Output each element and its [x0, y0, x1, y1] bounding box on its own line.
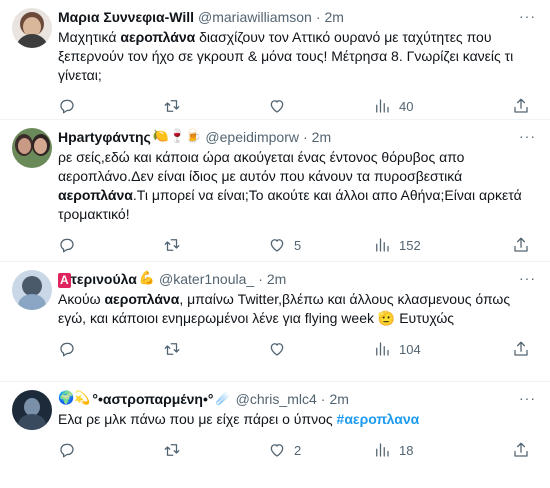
share-button[interactable]: [512, 97, 530, 115]
reply-button[interactable]: [58, 340, 163, 358]
hashtag-link[interactable]: #αεροπλανα: [337, 411, 420, 427]
views-count: 18: [399, 442, 414, 458]
user-handle[interactable]: @chris_mlc4: [236, 390, 317, 408]
tweet-header: Ατερινούλα 💪 @kater1noula_ · 2m: [58, 270, 534, 288]
views-count: 40: [399, 98, 414, 114]
views-icon: [376, 99, 389, 113]
timestamp[interactable]: 2m: [329, 390, 348, 408]
more-options-icon[interactable]: ···: [519, 390, 536, 406]
reply-icon: [60, 238, 74, 253]
tweet-actions: 104: [58, 334, 534, 364]
user-handle[interactable]: @mariawilliamson: [198, 8, 312, 26]
tweet-actions: 40: [58, 91, 534, 121]
views-icon: [376, 342, 389, 356]
reply-button[interactable]: [58, 236, 163, 254]
views-icon: [376, 238, 389, 252]
timestamp[interactable]: 2m: [324, 8, 343, 26]
like-button[interactable]: 5: [268, 236, 373, 254]
tweet-actions: 5 152: [58, 230, 534, 260]
separator-dot: ·: [315, 9, 321, 25]
separator-dot: ·: [258, 271, 263, 287]
highlighted-keyword: αεροπλάνα: [104, 291, 180, 307]
name-prefix-emoji: 🌍💫: [58, 391, 91, 406]
avatar[interactable]: [12, 390, 52, 430]
retweet-icon: [164, 239, 180, 251]
heart-icon: [270, 343, 284, 356]
tweet-feed: Μαρια Συννεφια-Will @mariawilliamson · 2…: [0, 0, 550, 488]
name-emoji: 🍋🍷🍺: [152, 129, 202, 144]
avatar[interactable]: [12, 270, 52, 310]
views-icon: [376, 443, 389, 457]
tweet-header: Μαρια Συννεφια-Will @mariawilliamson · 2…: [58, 8, 534, 26]
highlighted-keyword: αεροπλάνα: [58, 187, 133, 203]
tweet[interactable]: Μαρια Συννεφια-Will @mariawilliamson · 2…: [0, 0, 550, 120]
views-count: 104: [399, 341, 421, 357]
timestamp[interactable]: 2m: [312, 128, 331, 146]
more-options-icon[interactable]: ···: [519, 8, 536, 24]
name-emoji: 💪: [138, 271, 156, 286]
tweet-text: ρε σείς,εδώ και κάποια ώρα ακούγεται ένα…: [58, 149, 522, 222]
reply-icon: [60, 342, 74, 357]
retweet-button[interactable]: [163, 236, 268, 254]
avatar[interactable]: [12, 8, 52, 48]
separator-dot: ·: [320, 391, 326, 407]
views-button[interactable]: 104: [373, 340, 478, 358]
like-button[interactable]: [268, 340, 373, 358]
reply-icon: [60, 99, 74, 114]
name-emoji: ☄️: [215, 391, 232, 406]
share-icon: [514, 442, 528, 457]
share-icon: [514, 98, 528, 113]
share-icon: [514, 237, 528, 252]
display-name[interactable]: Ατερινούλα: [58, 270, 137, 288]
share-button[interactable]: [512, 340, 530, 358]
share-button[interactable]: [512, 236, 530, 254]
more-options-icon[interactable]: ···: [519, 270, 536, 286]
reply-icon: [60, 443, 74, 458]
name-letter-badge: Α: [58, 273, 71, 288]
display-name[interactable]: Μαρια Συννεφια-Will: [58, 8, 194, 26]
more-options-icon[interactable]: ···: [519, 128, 536, 144]
timestamp[interactable]: 2m: [267, 270, 286, 288]
tweet-text: Μαχητικά αεροπλάνα διασχίζουν τον Αττικό…: [58, 29, 514, 83]
display-name[interactable]: Ηpartyφάντης: [58, 128, 151, 146]
views-count: 152: [399, 237, 421, 253]
tweet-text: Ακούω αεροπλάνα, μπαίνω Twitter,βλέπω κα…: [58, 291, 511, 326]
display-name[interactable]: °•αστροπαρμένη•°: [92, 390, 213, 408]
heart-icon: [270, 100, 284, 113]
tweet-actions: 2 18: [58, 435, 534, 465]
share-icon: [514, 341, 528, 356]
heart-icon: [270, 239, 284, 252]
avatar[interactable]: [12, 128, 52, 168]
tweet[interactable]: 🌍💫 °•αστροπαρμένη•° ☄️ @chris_mlc4 · 2m …: [0, 382, 550, 488]
like-button[interactable]: [268, 97, 373, 115]
retweet-button[interactable]: [163, 97, 268, 115]
views-button[interactable]: 40: [373, 97, 478, 115]
user-handle[interactable]: @kater1noula_: [159, 270, 254, 288]
retweet-icon: [164, 444, 180, 456]
views-button[interactable]: 152: [373, 236, 478, 254]
reply-button[interactable]: [58, 441, 163, 459]
views-button[interactable]: 18: [373, 441, 478, 459]
reply-button[interactable]: [58, 97, 163, 115]
tweet[interactable]: Ηpartyφάντης 🍋🍷🍺 @epeidimporw · 2m ··· ρ…: [0, 120, 550, 262]
separator-dot: ·: [303, 129, 308, 145]
share-button[interactable]: [512, 441, 530, 459]
retweet-button[interactable]: [163, 340, 268, 358]
retweet-icon: [164, 100, 180, 112]
heart-icon: [270, 444, 284, 457]
retweet-icon: [164, 343, 180, 355]
tweet-header: 🌍💫 °•αστροπαρμένη•° ☄️ @chris_mlc4 · 2m: [58, 390, 534, 408]
tweet[interactable]: Ατερινούλα 💪 @kater1noula_ · 2m ··· Ακού…: [0, 262, 550, 382]
like-count: 5: [294, 237, 302, 253]
retweet-button[interactable]: [163, 441, 268, 459]
tweet-header: Ηpartyφάντης 🍋🍷🍺 @epeidimporw · 2m: [58, 128, 534, 146]
user-handle[interactable]: @epeidimporw: [205, 128, 299, 146]
like-count: 2: [294, 442, 302, 458]
highlighted-keyword: αεροπλάνα: [120, 29, 196, 45]
like-button[interactable]: 2: [268, 441, 373, 459]
tweet-text: Ελα ρε μλκ πάνω που με είχε πάρει ο ύπνο…: [58, 411, 420, 427]
